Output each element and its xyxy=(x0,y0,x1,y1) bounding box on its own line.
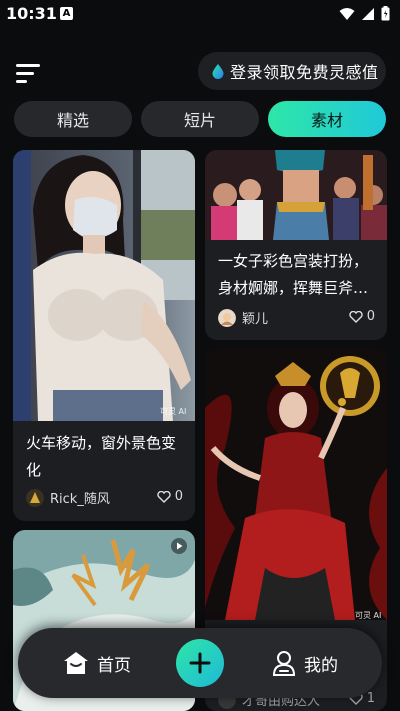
login-reward-label: 登录领取免费灵感值 xyxy=(230,63,379,82)
feed-card[interactable]: 一女子彩色宫装打扮，身材婀娜，挥舞巨斧… 颖儿 0 xyxy=(205,150,387,340)
card-author[interactable]: 颖儿 xyxy=(218,308,268,327)
bottom-nav: 首页 我的 xyxy=(18,628,382,698)
nav-mine[interactable]: 我的 xyxy=(272,628,338,698)
avatar xyxy=(26,488,44,507)
signal-icon xyxy=(362,7,374,20)
status-icons xyxy=(339,6,390,21)
heart-icon xyxy=(349,310,363,323)
heart-icon xyxy=(157,490,171,503)
card-caption: 一女子彩色宫装打扮，身材婀娜，挥舞巨斧… xyxy=(218,252,369,297)
tab-label: 短片 xyxy=(183,111,216,130)
status-bar: 10:31 A xyxy=(0,0,400,30)
watermark: 可灵 AI xyxy=(160,407,187,416)
card-author[interactable]: Rick_随风 xyxy=(26,488,110,507)
author-name: Rick_随风 xyxy=(50,492,110,507)
status-time: 10:31 xyxy=(6,4,57,23)
feed-card[interactable]: 可灵 AI 火车移动，窗外景色变化 Rick_随风 0 xyxy=(13,150,195,521)
login-reward-button[interactable]: 登录领取免费灵感值 xyxy=(198,52,386,90)
avatar xyxy=(218,308,236,327)
watermark: 可灵 AI xyxy=(355,611,382,620)
plus-icon xyxy=(189,652,211,674)
profile-icon xyxy=(272,651,296,676)
like-count: 0 xyxy=(366,309,375,324)
like-count: 1 xyxy=(366,691,375,706)
nav-home-label: 首页 xyxy=(97,655,131,676)
nav-mine-label: 我的 xyxy=(304,655,338,676)
tab-shorts[interactable]: 短片 xyxy=(141,101,259,137)
notification-icon: A xyxy=(60,7,73,20)
card-caption: 火车移动，窗外景色变化 xyxy=(26,434,177,479)
create-button[interactable] xyxy=(176,639,224,687)
card-thumbnail xyxy=(13,150,195,421)
inspiration-drop-icon xyxy=(212,64,224,79)
tab-label: 素材 xyxy=(310,111,343,130)
like-button[interactable]: 0 xyxy=(349,309,375,324)
tab-featured[interactable]: 精选 xyxy=(14,101,132,137)
card-thumbnail xyxy=(205,348,387,620)
like-count: 0 xyxy=(174,489,183,504)
card-thumbnail xyxy=(205,150,387,240)
wifi-icon xyxy=(339,7,355,20)
nav-home[interactable]: 首页 xyxy=(63,628,131,698)
tab-materials[interactable]: 素材 xyxy=(268,101,386,137)
video-play-icon xyxy=(171,538,187,554)
battery-icon xyxy=(381,6,390,21)
author-name: 颖儿 xyxy=(242,312,269,327)
like-button[interactable]: 0 xyxy=(157,489,183,504)
home-icon xyxy=(64,652,88,674)
tab-label: 精选 xyxy=(56,111,89,130)
menu-icon[interactable] xyxy=(16,64,42,86)
